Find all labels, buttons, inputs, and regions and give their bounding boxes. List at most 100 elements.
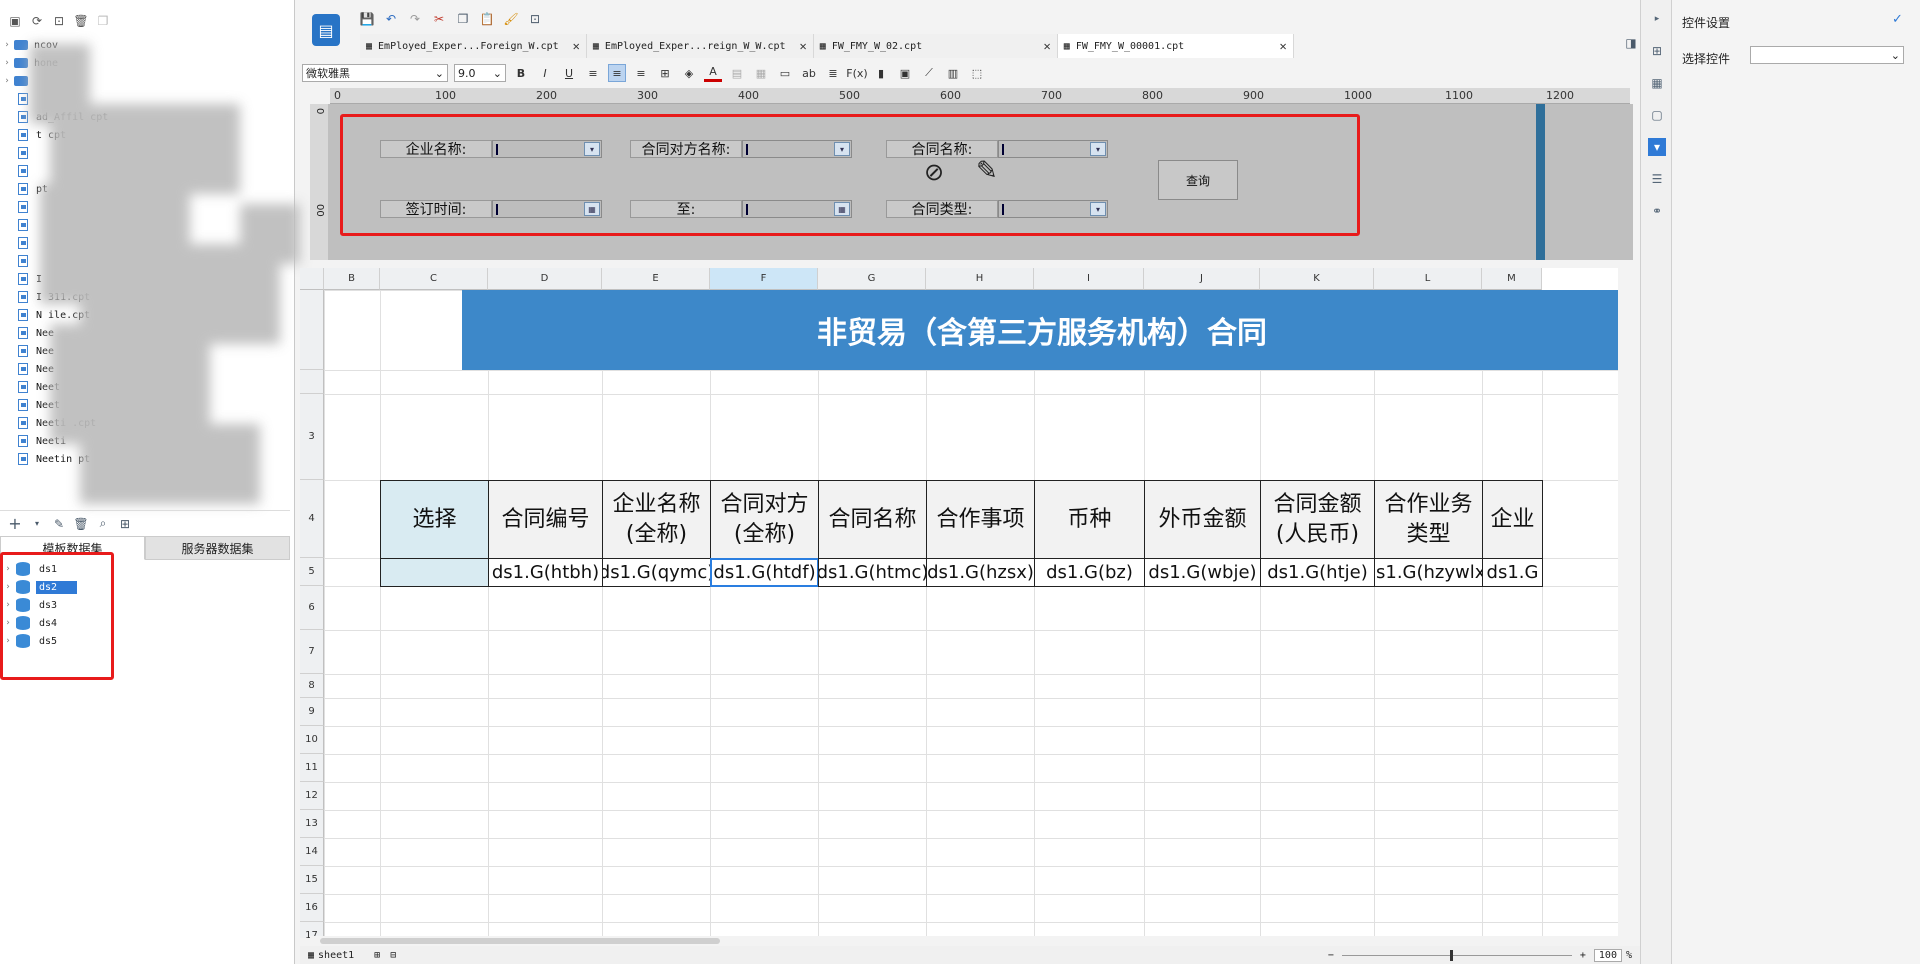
header-cell[interactable]: 合同名称 (818, 480, 927, 559)
column-header[interactable]: H (926, 268, 1034, 290)
sub-report-icon[interactable]: ▥ (944, 64, 962, 82)
save-icon[interactable]: 💾 (358, 10, 376, 28)
row-header[interactable]: 4 (300, 480, 324, 558)
align-justify-icon[interactable]: ≣ (824, 64, 842, 82)
font-family-select[interactable]: 微软雅黑 ⌄ (302, 64, 448, 82)
font-size-select[interactable]: 9.0 ⌄ (454, 64, 506, 82)
check-icon[interactable]: ✓ (1892, 12, 1903, 27)
data-cell[interactable]: ds1.G(htbh) (488, 558, 603, 587)
row-header[interactable]: 14 (300, 838, 324, 866)
frame-icon[interactable]: ⬚ (968, 64, 986, 82)
chevron-right-icon[interactable]: › (0, 40, 14, 50)
zoom-in-icon[interactable]: + (1580, 950, 1586, 961)
edit-icon[interactable]: ✎ (50, 515, 68, 533)
link-icon[interactable]: ⚭ (1648, 202, 1666, 220)
header-cell[interactable]: 合作业务类型 (1374, 480, 1483, 559)
align-left-button[interactable]: ≡ (584, 64, 602, 82)
column-header[interactable]: C (380, 268, 488, 290)
tab-file-1[interactable]: ▦ EmPloyed_Exper...Foreign_W.cpt ✕ (360, 34, 587, 58)
data-cell[interactable]: ds1.G(htje) (1260, 558, 1375, 587)
paste-icon[interactable]: 📋 (478, 10, 496, 28)
zoom-slider[interactable] (1341, 949, 1572, 961)
sheet-tab[interactable]: sheet1 (318, 950, 354, 961)
row-header[interactable]: 3 (300, 394, 324, 480)
row-header[interactable]: 16 (300, 894, 324, 922)
header-cell[interactable]: 外币金额 (1144, 480, 1261, 559)
cell-element-icon[interactable]: ▦ (1648, 74, 1666, 92)
header-cell[interactable]: 合作事项 (926, 480, 1035, 559)
dropdown-icon[interactable]: ▾ (28, 515, 46, 533)
preview-icon[interactable]: ⌕ (94, 515, 112, 533)
row-header[interactable]: 15 (300, 866, 324, 894)
close-icon[interactable]: ✕ (800, 39, 807, 53)
border-button[interactable]: ⊞ (656, 64, 674, 82)
cut-icon[interactable]: ✂ (430, 10, 448, 28)
header-cell[interactable]: 合同对方(全称) (710, 480, 819, 559)
header-cell[interactable]: 合同编号 (488, 480, 603, 559)
align-center-button[interactable]: ≡ (608, 64, 626, 82)
column-header[interactable]: B (324, 268, 380, 290)
grid-corner[interactable] (300, 268, 324, 290)
column-header[interactable]: L (1374, 268, 1482, 290)
refresh-icon[interactable]: ⟳ (28, 12, 46, 30)
tab-server-datasets[interactable]: 服务器数据集 (145, 536, 290, 560)
align-right-button[interactable]: ≡ (632, 64, 650, 82)
column-header[interactable]: I (1034, 268, 1144, 290)
row-header[interactable] (300, 370, 324, 394)
condition-icon[interactable]: ☰ (1648, 170, 1666, 188)
add-report-icon[interactable]: ⊟ (390, 950, 396, 961)
tab-menu-icon[interactable]: ◨ (1622, 34, 1640, 52)
tab-file-3[interactable]: ▦ FW_FMY_W_02.cpt ✕ (813, 34, 1058, 58)
header-cell[interactable]: 选择 (380, 480, 489, 559)
extra-icon[interactable]: ⊞ (116, 515, 134, 533)
column-header[interactable]: D (488, 268, 602, 290)
zoom-value[interactable]: 100 (1593, 948, 1622, 962)
column-header[interactable]: J (1144, 268, 1260, 290)
tab-file-4[interactable]: ▦ FW_FMY_W_00001.cpt ✕ (1057, 34, 1294, 58)
export-icon[interactable]: ⊡ (50, 12, 68, 30)
chevron-right-icon[interactable]: › (0, 58, 14, 68)
copy-icon[interactable]: ❐ (454, 10, 472, 28)
formula-icon[interactable]: F(x) (846, 64, 867, 82)
widget-settings-icon[interactable]: ▾ (1648, 138, 1666, 156)
header-cell[interactable]: 合同金额 (人民币) (1260, 480, 1375, 559)
row-header[interactable]: 12 (300, 782, 324, 810)
column-header[interactable]: M (1482, 268, 1542, 290)
underline-button[interactable]: U (560, 64, 578, 82)
close-icon[interactable]: ✕ (1044, 39, 1051, 53)
row-header[interactable]: 6 (300, 586, 324, 630)
column-header[interactable]: E (602, 268, 710, 290)
header-cell[interactable]: 企业名称(全称) (602, 480, 711, 559)
row-header[interactable]: 13 (300, 810, 324, 838)
row-header[interactable]: 5 (300, 558, 324, 586)
data-cell[interactable]: ds1.G(htdf) (710, 558, 819, 587)
add-dataset-icon[interactable]: + (6, 514, 24, 533)
preview-icon[interactable]: ⊡ (526, 10, 544, 28)
redo-icon[interactable]: ↷ (406, 10, 424, 28)
row-header[interactable]: 8 (300, 674, 324, 698)
row-header[interactable]: 11 (300, 754, 324, 782)
data-cell[interactable]: ds1.G(qymc) (602, 558, 711, 587)
chevron-right-icon[interactable]: › (0, 76, 14, 86)
unmerge-button[interactable]: ▦ (752, 64, 770, 82)
column-header[interactable]: F (710, 268, 818, 290)
data-cell[interactable] (380, 558, 489, 587)
zoom-out-icon[interactable]: − (1328, 950, 1334, 961)
close-icon[interactable]: ✕ (573, 39, 580, 53)
close-icon[interactable]: ✕ (1280, 39, 1287, 53)
image-icon[interactable]: ▣ (896, 64, 914, 82)
font-color-button[interactable]: A (704, 64, 722, 82)
header-cell[interactable]: 企业 (1482, 480, 1543, 559)
row-header[interactable]: 9 (300, 698, 324, 726)
row-header[interactable]: 10 (300, 726, 324, 754)
collapse-icon[interactable]: ▸ (1648, 10, 1666, 28)
chart-icon[interactable]: ▮ (872, 64, 890, 82)
merge-button[interactable]: ▤ (728, 64, 746, 82)
fill-color-button[interactable]: ◈ (680, 64, 698, 82)
add-sheet-icon[interactable]: ⊞ (374, 950, 380, 961)
italic-button[interactable]: I (536, 64, 554, 82)
frame-icon[interactable]: ▢ (1648, 106, 1666, 124)
header-cell[interactable]: 币种 (1034, 480, 1145, 559)
insert-row-icon[interactable]: ▭ (776, 64, 794, 82)
tab-file-2[interactable]: ▦ EmPloyed_Exper...reign_W_W.cpt ✕ (586, 34, 814, 58)
